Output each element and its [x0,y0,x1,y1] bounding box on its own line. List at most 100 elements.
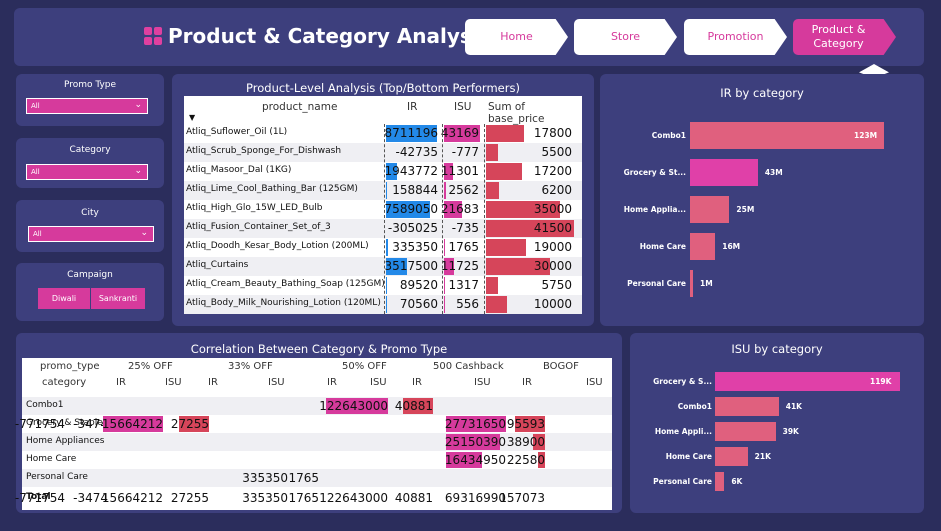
isu-chart-title: ISU by category [731,342,823,356]
chart-bar[interactable] [715,472,725,491]
correlation-matrix-panel: Correlation Between Category & Promo Typ… [15,333,622,513]
chart-bar[interactable] [715,447,748,466]
table-row-isu: -777 [451,145,479,159]
matrix-row-category[interactable]: Combo1 [26,400,64,410]
table-row-product-name[interactable]: Atliq_Cream_Beauty_Bathing_Soap (125GM) [186,279,385,289]
promo-type-slicer: Promo Type All ⌄ [16,74,164,126]
chart-value-label: 119K [870,376,892,386]
chevron-down-icon: ⌄ [134,100,142,110]
table-row-price: 6200 [541,183,572,197]
table-row-product-name[interactable]: Atliq_Suflower_Oil (1L) [186,127,287,137]
matrix-cell: 1765 [288,471,319,485]
matrix-promo-header[interactable]: BOGOF [543,361,579,372]
base-price-data-bar [486,182,500,199]
matrix-cell: 22580 [506,453,545,467]
category-dropdown[interactable]: All ⌄ [26,164,148,180]
promo-type-dropdown[interactable]: All ⌄ [26,98,148,114]
nav-product-category-button[interactable]: Product & Category [793,19,896,55]
chart-category-label: Home Care [665,451,712,461]
table-row-product-name[interactable]: Atliq_Masoor_Dal (1KG) [186,165,291,175]
col-product-name-header[interactable]: product_name [262,101,337,113]
chart-bar[interactable] [690,270,693,297]
city-dropdown[interactable]: All ⌄ [28,226,154,242]
table-row-price: 41500 [533,221,572,235]
table-row-product-name[interactable]: Atliq_Curtains [186,260,248,270]
table-row-ir: 335350 [392,240,438,254]
matrix-promo-header[interactable]: 50% OFF [342,361,387,372]
table-row-isu: 2562 [448,183,479,197]
chart-category-label: Personal Care [627,278,686,288]
table-row-product-name[interactable]: Atliq_Body_Milk_Nourishing_Lotion (120ML… [186,298,381,308]
table-row-product-name[interactable]: Atliq_Fusion_Container_Set_of_3 [186,222,331,232]
table-row-product-name[interactable]: Atliq_Doodh_Kesar_Body_Lotion (200ML) [186,241,369,251]
matrix-sub-header: IR [116,377,126,388]
matrix-sub-header: ISU [474,377,491,388]
isu-data-bar [444,182,447,199]
category-value: All [31,168,40,176]
matrix-cell: 122643000 [319,399,388,413]
base-price-data-bar [486,144,498,161]
chart-bar[interactable] [715,422,776,441]
chart-bar[interactable] [690,233,716,260]
isu-data-bar [444,296,445,313]
matrix-row-category[interactable]: Home Care [26,454,76,464]
matrix-category-header: category [42,377,87,388]
promo-type-label: Promo Type [63,80,117,90]
table-row-price: 19000 [533,240,572,254]
matrix-row-category[interactable]: Personal Care [26,472,88,482]
matrix-total-cell: 69316990 [444,491,506,505]
table-row-ir: 1943772 [384,164,438,178]
sort-arrow-icon[interactable]: ▼ [189,113,195,122]
isu-data-bar [444,239,446,256]
table-row-product-name[interactable]: Atliq_Scrub_Sponge_For_Dishwash [186,146,341,156]
correlation-matrix: promo_type category 25% OFF 33% OFF 50% OFF 5… [15,358,612,510]
col-isu-header[interactable]: ISU [454,101,471,113]
col-base-price-header[interactable]: Sum of base_price [488,101,582,125]
chart-value-label: 123M [854,130,878,140]
nav-store-button[interactable]: Store [574,19,677,55]
table-row-isu: -735 [451,221,479,235]
campaign-diwali-button[interactable]: Diwali [38,288,90,309]
table-row-product-name[interactable]: Atliq_High_Glo_15W_LED_Bulb [186,203,322,213]
promo-type-value: All [31,102,40,110]
chart-value-label: 16M [722,241,741,251]
chart-bar[interactable] [715,397,779,416]
matrix-cell: 25150390 [444,435,506,449]
matrix-cell: -771754 [14,417,65,431]
table-row-isu: 11301 [440,164,479,178]
matrix-row-category[interactable]: Home Appliances [26,436,104,446]
matrix-sub-header: IR [412,377,422,388]
campaign-slicer: Campaign Diwali Sankranti [16,263,164,321]
chart-value-label: 41K [785,401,802,411]
category-slicer: Category All ⌄ [16,138,164,188]
city-slicer: City All ⌄ [16,200,164,252]
page-title: Product & Category Analysis [144,24,491,48]
table-row-ir: 70560 [399,297,438,311]
matrix-sub-header: ISU [165,377,182,388]
matrix-sub-header: ISU [586,377,603,388]
ir-chart-panel: IR by category Combo1 123M Grocery & St...… [600,74,924,326]
table-row-isu: 1317 [448,278,479,292]
col-ir-header[interactable]: IR [407,101,417,113]
matrix-cell: 40881 [394,399,433,413]
base-price-data-bar [486,296,508,313]
nav-home-button[interactable]: Home [465,19,568,55]
matrix-cell: 27255 [170,417,209,431]
table-row-price: 17800 [533,126,572,140]
chart-bar[interactable] [690,196,730,223]
matrix-row-stripe [22,397,612,415]
matrix-total-cell: 40881 [394,491,433,505]
product-table-panel: Product-Level Analysis (Top/Bottom Perfo… [172,74,594,326]
chevron-down-icon: ⌄ [140,228,148,238]
matrix-promo-header[interactable]: 33% OFF [228,361,273,372]
chart-bar[interactable] [690,159,758,186]
nav-promotion-button[interactable]: Promotion [684,19,787,55]
table-row-ir: 158844 [392,183,438,197]
table-row-product-name[interactable]: Atliq_Lime_Cool_Bathing_Bar (125GM) [186,184,358,194]
campaign-sankranti-button[interactable]: Sankranti [91,288,145,309]
page-title-text: Product & Category Analysis [168,24,491,48]
chevron-down-icon: ⌄ [134,166,142,176]
table-row-ir: 7589050 [384,202,438,216]
matrix-promo-header[interactable]: 500 Cashback [433,361,504,372]
matrix-promo-header[interactable]: 25% OFF [128,361,173,372]
